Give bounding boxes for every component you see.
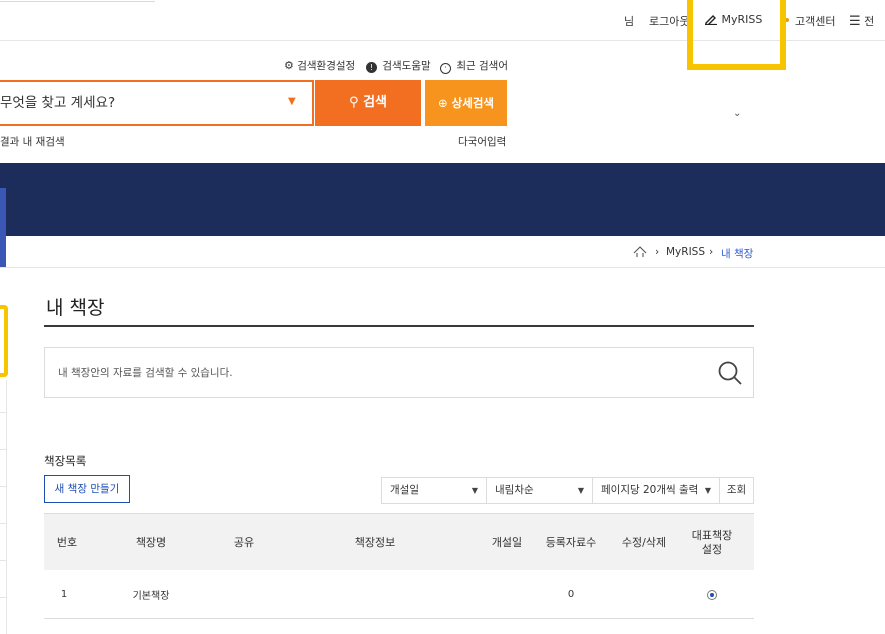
header-share: 공유 xyxy=(233,535,255,549)
page-title: 내 책장 xyxy=(46,297,105,319)
search-scope-dropdown-icon[interactable]: ▼ xyxy=(288,96,296,107)
cell-default xyxy=(684,570,740,619)
cell-share xyxy=(219,570,269,619)
all-menu-label: 전 xyxy=(864,15,875,28)
sort-field-value: 개설일 xyxy=(390,484,419,496)
customer-center-link[interactable]: 고객센터 xyxy=(795,13,835,29)
left-sidebar-divider xyxy=(0,412,6,413)
bookshelf-search-box xyxy=(44,347,754,398)
recent-search-label: 최근 검색어 xyxy=(456,60,508,72)
left-sidebar-divider xyxy=(0,486,6,487)
main-search-box: ▼ xyxy=(0,80,314,126)
top-left-divider xyxy=(0,0,155,2)
header-edit: 수정/삭제 xyxy=(621,535,667,549)
left-sidebar-divider xyxy=(0,597,6,598)
chevron-down-icon: ▼ xyxy=(577,486,584,495)
per-page-value: 페이지당 20개씩 출력 xyxy=(601,484,699,496)
default-bookshelf-radio[interactable] xyxy=(707,589,717,600)
left-sidebar-divider xyxy=(0,523,6,524)
search-settings-link[interactable]: ⚙ 검색환경설정 xyxy=(284,58,355,73)
hamburger-icon: ☰ xyxy=(849,14,861,29)
sort-field-select[interactable]: 개설일 ▼ xyxy=(381,477,487,504)
cell-name[interactable]: 기본책장 xyxy=(118,570,184,619)
search-help-link[interactable]: ! 검색도움말 xyxy=(366,58,431,73)
breadcrumb-separator-icon: › xyxy=(709,246,714,258)
breadcrumb-separator-icon: › xyxy=(655,246,660,258)
info-icon: ! xyxy=(366,62,377,73)
cell-edit xyxy=(609,570,679,619)
left-sidebar-border xyxy=(6,380,7,634)
search-help-label: 검색도움말 xyxy=(382,60,431,72)
search-icon[interactable] xyxy=(717,360,743,386)
search-within-results[interactable]: 결과 내 재검색 xyxy=(0,134,65,149)
multilingual-input-link[interactable]: 다국어입력 xyxy=(458,134,506,149)
cell-count: 0 xyxy=(567,589,575,600)
header-info: 책장정보 xyxy=(354,535,396,549)
search-button[interactable]: ⚲ 검색 xyxy=(315,80,421,126)
zoom-plus-icon: ⊕ xyxy=(438,96,448,110)
breadcrumb-current: 내 책장 xyxy=(721,248,754,260)
bookshelf-table-header: 번호 책장명 공유 책장정보 개설일 등록자료수 수정/삭제 대표책장 설정 xyxy=(44,513,754,570)
view-button[interactable]: 조회 xyxy=(719,477,754,504)
sort-order-select[interactable]: 내림차순 ▼ xyxy=(486,477,593,504)
chevron-down-icon: ▼ xyxy=(704,486,711,495)
left-sidebar-divider xyxy=(0,560,6,561)
sort-order-value: 내림차순 xyxy=(495,484,534,496)
user-suffix: 님 xyxy=(624,15,635,28)
breadcrumb-myriss[interactable]: MyRISS xyxy=(666,246,705,258)
home-icon[interactable] xyxy=(633,246,647,261)
table-row: 1 기본책장 0 xyxy=(44,570,754,619)
cell-number: 1 xyxy=(60,589,68,600)
chevron-down-icon[interactable]: ⌄ xyxy=(733,108,741,119)
bookshelf-list-label: 책장목록 xyxy=(44,454,87,468)
cell-date xyxy=(482,570,532,619)
new-bookshelf-button[interactable]: 새 책장 만들기 xyxy=(44,475,130,503)
main-search-input[interactable] xyxy=(0,90,270,116)
left-sidebar-divider xyxy=(0,449,6,450)
search-button-label: 검색 xyxy=(363,95,387,110)
per-page-select[interactable]: 페이지당 20개씩 출력 ▼ xyxy=(592,477,720,504)
all-menu-link[interactable]: ☰ 전 xyxy=(849,13,874,29)
bookshelf-search-input[interactable] xyxy=(58,362,658,384)
header-count: 등록자료수 xyxy=(545,535,597,549)
header-name: 책장명 xyxy=(135,535,167,549)
header-date: 개설일 xyxy=(491,535,523,549)
header-number: 번호 xyxy=(56,535,78,549)
myriss-highlight-box xyxy=(687,0,786,70)
header-default: 대표책장 설정 xyxy=(691,529,733,556)
logout-link[interactable]: 로그아웃 xyxy=(649,13,689,29)
breadcrumb-divider xyxy=(0,267,885,268)
navy-banner xyxy=(0,163,885,236)
gear-icon: ⚙ xyxy=(284,59,294,72)
search-settings-label: 검색환경설정 xyxy=(297,60,356,72)
search-icon: ⚲ xyxy=(349,95,359,110)
left-highlight-box xyxy=(0,305,8,377)
advanced-search-button[interactable]: ⊕ 상세검색 xyxy=(425,80,507,126)
chevron-down-icon: ▼ xyxy=(471,486,478,495)
title-divider xyxy=(44,325,754,327)
recent-search-link[interactable]: · 최근 검색어 xyxy=(440,58,508,74)
clock-icon: · xyxy=(440,63,451,74)
left-panel-tab xyxy=(0,188,6,268)
advanced-search-label: 상세검색 xyxy=(451,96,494,110)
cell-info xyxy=(325,570,425,619)
